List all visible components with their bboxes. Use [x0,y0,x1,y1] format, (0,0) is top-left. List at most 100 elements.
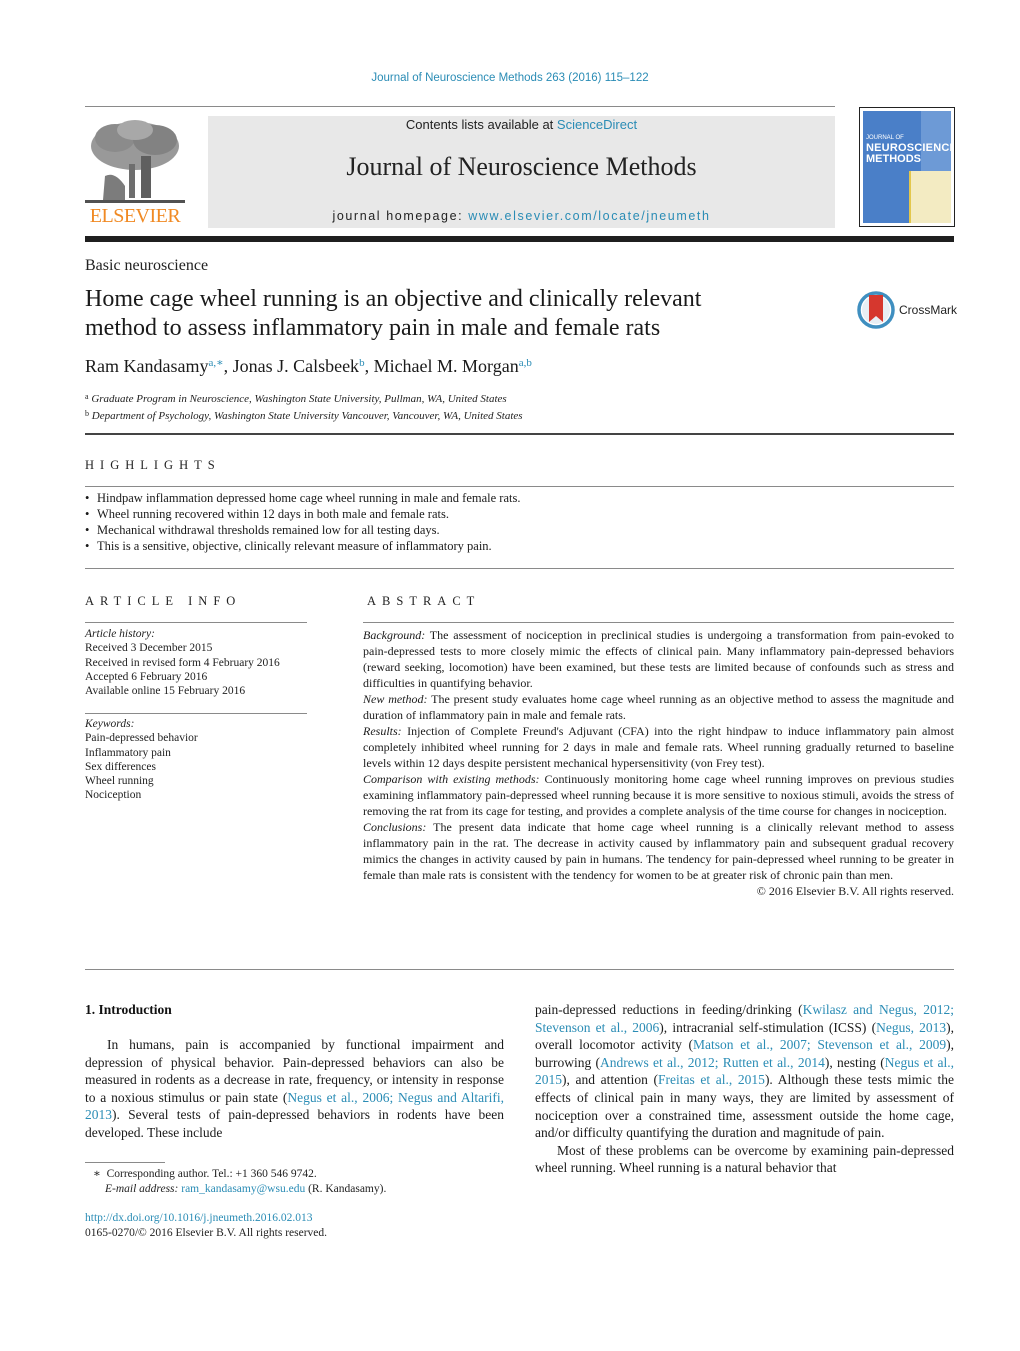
history-entry: Available online 15 February 2016 [85,685,246,698]
footnote-rule [85,1162,165,1163]
abstract-new-method: New method: The present study evaluates … [363,691,954,723]
cover-panel [909,171,951,223]
journal-title[interactable]: Journal of Neuroscience Methods [208,152,835,182]
affiliation-text: Department of Psychology, Washington Sta… [91,409,523,422]
abstract-results: Results: Injection of Complete Freund's … [363,723,954,771]
abstract-section-label: Comparison with existing methods: [363,772,540,786]
highlight-text: This is a sensitive, objective, clinical… [97,539,492,553]
author-name[interactable]: Jonas J. Calsbeek [233,356,359,376]
crossmark-icon [857,291,895,329]
author[interactable]: Michael M. Morgana,b [374,356,532,376]
corresponding-author-note: ∗ Corresponding author. Tel.: +1 360 546… [93,1167,386,1182]
affiliation-key: b [85,408,89,418]
crossmark-button[interactable]: CrossMark [857,290,957,330]
cover-image: JOURNAL OF NEUROSCIENCE METHODS [863,111,951,223]
article-info-rule [85,622,307,623]
abstract-body: Background: The assessment of nociceptio… [363,627,954,899]
citation-link[interactable]: Negus, 2013 [876,1020,946,1035]
abstract-section-text: The present data indicate that home cage… [363,820,954,882]
bullet-icon: • [85,491,90,505]
bullet-icon: • [85,523,90,537]
paragraph-text: ), nesting ( [824,1054,885,1070]
abstract-background: Background: The assessment of nociceptio… [363,627,954,691]
author-separator: , [223,356,233,376]
author-affiliation-marker[interactable]: a,∗ [208,357,223,369]
highlights-rule-top [85,486,954,487]
homepage-link[interactable]: www.elsevier.com/locate/jneumeth [468,209,710,223]
author[interactable]: Jonas J. Calsbeekb [233,356,365,376]
author-list: Ram Kandasamya,∗, Jonas J. Calsbeekb, Mi… [85,356,532,377]
doi-block: http://dx.doi.org/10.1016/j.jneumeth.201… [85,1211,327,1241]
abstract-section-label: Background: [363,628,426,642]
keyword: Inflammatory pain [85,746,171,759]
author-name[interactable]: Ram Kandasamy [85,356,208,376]
paragraph: pain-depressed reductions in feeding/dri… [535,1001,954,1142]
abstract-section-text: Injection of Complete Freund's Adjuvant … [363,724,954,770]
corresponding-text: Corresponding author. Tel.: +1 360 546 9… [106,1168,317,1180]
highlight-text: Mechanical withdrawal thresholds remaine… [97,523,440,537]
issn-copyright: 0165-0270/© 2016 Elsevier B.V. All right… [85,1227,328,1239]
affiliation-key: a [85,392,89,401]
highlight-item: • This is a sensitive, objective, clinica… [85,538,954,554]
journal-banner: Contents lists available at ScienceDirec… [208,116,835,228]
abstract-section-label: Results: [363,724,402,738]
elsevier-wordmark: ELSEVIER [89,205,181,227]
affiliation-text: Graduate Program in Neuroscience, Washin… [91,393,507,405]
keyword: Nociception [85,789,142,802]
article-section-label: Basic neuroscience [85,257,209,274]
abstract-heading: ABSTRACT [367,594,481,608]
highlights-rule-bottom [85,568,954,569]
citation-link[interactable]: Matson et al., 2007; Stevenson et al., 2… [693,1037,946,1052]
paragraph: Most of these problems can be overcome b… [535,1142,954,1176]
abstract-rule-bottom [85,969,954,970]
email-link[interactable]: ram_kandasamy@wsu.edu [181,1183,305,1195]
running-head-citation[interactable]: Journal of Neuroscience Methods 263 (201… [0,72,1020,84]
author-affiliation-marker[interactable]: a,b [519,357,532,369]
contents-line: Contents lists available at ScienceDirec… [208,117,835,132]
keywords: Keywords: Pain-depressed behavior Inflam… [85,717,198,803]
sciencedirect-link[interactable]: ScienceDirect [557,117,637,132]
article-history-label: Article history: [85,628,155,640]
abstract-rule [363,622,954,623]
abstract-copyright: © 2016 Elsevier B.V. All rights reserved… [756,884,954,898]
abstract-comparison: Comparison with existing methods: Contin… [363,771,954,819]
citation-link[interactable]: Freitas et al., 2015 [658,1072,765,1087]
section-divider [85,433,954,435]
journal-cover-thumbnail[interactable]: JOURNAL OF NEUROSCIENCE METHODS [859,107,955,227]
article-info-heading: ARTICLE INFO [85,594,242,608]
keywords-rule [85,713,307,714]
paragraph: In humans, pain is accompanied by functi… [85,1036,504,1142]
abstract-conclusions: Conclusions: The present data indicate t… [363,819,954,883]
article-title-line-2: method to assess inflammatory pain in ma… [85,315,661,341]
affiliations: a Graduate Program in Neuroscience, Wash… [85,390,523,423]
highlight-text: Wheel running recovered within 12 days i… [97,507,449,521]
article-history: Article history: Received 3 December 201… [85,627,280,698]
email-suffix: (R. Kandasamy). [305,1183,387,1195]
keywords-label: Keywords: [85,718,135,730]
paragraph-text: ), intracranial self-stimulation (ICSS) … [659,1019,877,1035]
header-top-rule [85,106,835,107]
article-title-line-1: Home cage wheel running is an objective … [85,286,702,312]
cover-line-3: METHODS [866,153,921,165]
homepage-prefix: journal homepage: [332,209,469,223]
history-entry: Received 3 December 2015 [85,642,213,655]
abstract-section-label: Conclusions: [363,820,427,834]
contents-prefix: Contents lists available at [405,117,557,132]
footnote-star: ∗ [93,1168,101,1180]
highlights-heading: HIGHLIGHTS [85,458,221,472]
paragraph-text: pain-depressed reductions in feeding/dri… [535,1002,803,1017]
affiliation: a Graduate Program in Neuroscience, Wash… [85,390,523,407]
highlight-text: Hindpaw inflammation depressed home cage… [97,491,521,505]
elsevier-logo[interactable]: ELSEVIER [85,116,185,228]
bullet-icon: • [85,507,90,521]
author[interactable]: Ram Kandasamya,∗ [85,356,224,376]
keyword: Sex differences [85,760,156,773]
history-entry: Received in revised form 4 February 2016 [85,656,280,669]
doi-link[interactable]: http://dx.doi.org/10.1016/j.jneumeth.201… [85,1211,327,1226]
cover-line-1: JOURNAL OF [866,135,904,141]
body-column-right: pain-depressed reductions in feeding/dri… [535,1001,954,1177]
elsevier-tree-icon [85,120,185,203]
author-name[interactable]: Michael M. Morgan [374,356,519,376]
email-label: E-mail address: [105,1183,179,1195]
citation-link[interactable]: Andrews et al., 2012; Rutten et al., 201… [600,1055,825,1070]
